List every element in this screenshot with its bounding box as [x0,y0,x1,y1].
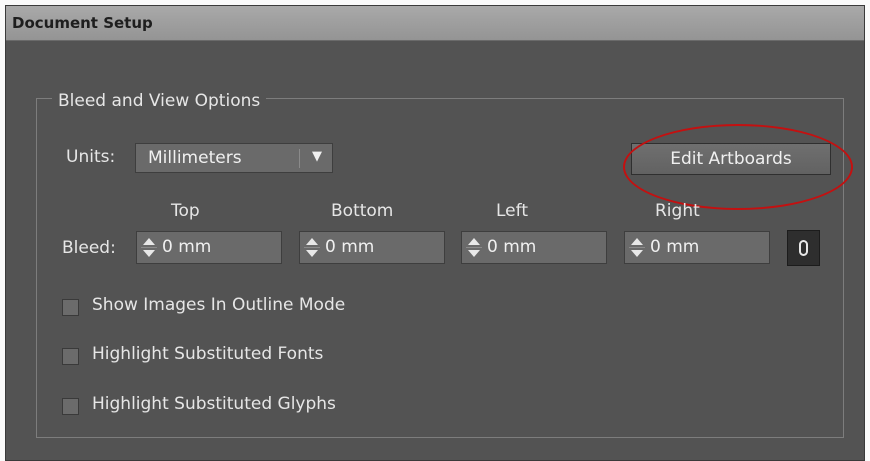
show-images-outline-label: Show Images In Outline Mode [92,295,346,315]
bleed-left-field[interactable]: 0 mm [461,231,607,264]
units-select[interactable]: Millimeters ▼ [135,143,333,173]
group-legend: Bleed and View Options [52,91,267,111]
bleed-header-top: Top [171,201,200,221]
highlight-glyphs-checkbox[interactable] [62,398,79,415]
dialog-title: Document Setup [12,14,153,32]
link-bleed-button[interactable] [787,230,820,266]
bleed-bottom-value: 0 mm [325,237,375,257]
highlight-fonts-label: Highlight Substituted Fonts [92,344,324,364]
edit-artboards-button[interactable]: Edit Artboards [631,143,831,175]
bleed-header-left: Left [496,201,528,221]
bleed-left-value: 0 mm [487,237,537,257]
highlight-glyphs-label: Highlight Substituted Glyphs [92,394,336,414]
highlight-fonts-checkbox[interactable] [62,348,79,365]
bleed-top-field[interactable]: 0 mm [136,231,282,264]
chain-link-gap [801,246,806,250]
bleed-right-field[interactable]: 0 mm [624,231,770,264]
chevron-down-icon: ▼ [312,149,322,164]
bleed-right-value: 0 mm [650,237,700,257]
bleed-top-value: 0 mm [162,237,212,257]
spinner-arrows-icon[interactable] [139,235,159,260]
bleed-header-right: Right [655,201,700,221]
bleed-bottom-field[interactable]: 0 mm [299,231,445,264]
bleed-header-bottom: Bottom [331,201,394,221]
bleed-label: Bleed: [62,238,116,258]
spinner-arrows-icon[interactable] [464,235,484,260]
show-images-outline-checkbox[interactable] [62,299,79,316]
units-label: Units: [66,147,116,167]
spinner-arrows-icon[interactable] [627,235,647,260]
select-divider [299,149,300,168]
title-bar[interactable]: Document Setup [6,6,864,41]
units-value: Millimeters [148,148,242,168]
spinner-arrows-icon[interactable] [302,235,322,260]
